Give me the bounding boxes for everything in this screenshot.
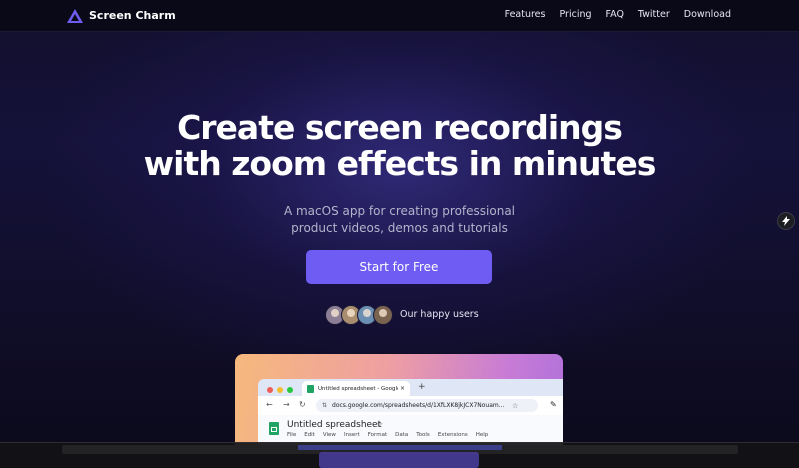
menu-file[interactable]: File bbox=[287, 432, 296, 438]
menu-data[interactable]: Data bbox=[395, 432, 408, 438]
minimize-window-icon[interactable] bbox=[277, 387, 283, 393]
bookmark-star-icon[interactable]: ☆ bbox=[512, 402, 518, 410]
window-controls bbox=[267, 387, 293, 393]
nav-link-pricing[interactable]: Pricing bbox=[559, 9, 591, 20]
forward-arrow-icon[interactable]: → bbox=[283, 400, 290, 409]
browser-toolbar: ← → ↻ ⇅ docs.google.com/spreadsheets/d/1… bbox=[258, 396, 563, 415]
app-preview: Untitled spreadsheet - Google × + ← → ↻ … bbox=[235, 354, 563, 454]
maximize-window-icon[interactable] bbox=[287, 387, 293, 393]
sheets-favicon-icon bbox=[307, 384, 314, 393]
hero-headline-line2: with zoom effects in minutes bbox=[143, 144, 657, 183]
hero-subtitle-line2: product videos, demos and tutorials bbox=[291, 221, 508, 235]
avatar bbox=[373, 305, 393, 325]
nav-links: Features Pricing FAQ Twitter Download bbox=[505, 9, 731, 20]
nav-link-twitter[interactable]: Twitter bbox=[638, 9, 670, 20]
start-for-free-button[interactable]: Start for Free bbox=[306, 250, 492, 284]
sheets-menu-bar: File Edit View Insert Format Data Tools … bbox=[287, 432, 488, 438]
user-avatars bbox=[325, 305, 393, 325]
menu-extensions[interactable]: Extensions bbox=[438, 432, 468, 438]
menu-insert[interactable]: Insert bbox=[344, 432, 360, 438]
social-proof-text: Our happy users bbox=[400, 309, 479, 320]
hero-headline-line1: Create screen recordings bbox=[177, 108, 623, 147]
lightning-icon[interactable] bbox=[777, 212, 795, 230]
menu-view[interactable]: View bbox=[323, 432, 336, 438]
pencil-icon[interactable]: ✎ bbox=[550, 400, 557, 409]
browser-tab[interactable]: Untitled spreadsheet - Google × bbox=[302, 381, 410, 396]
tab-title: Untitled spreadsheet - Google bbox=[318, 385, 398, 392]
nav-link-download[interactable]: Download bbox=[684, 9, 731, 20]
site-settings-icon[interactable]: ⇅ bbox=[322, 402, 327, 409]
brand-logo[interactable]: Screen Charm bbox=[67, 8, 176, 23]
close-window-icon[interactable] bbox=[267, 387, 273, 393]
document-title[interactable]: Untitled spreadsheet bbox=[287, 420, 381, 430]
bottom-overlay-bar bbox=[0, 442, 799, 468]
triangle-logo-icon bbox=[67, 8, 83, 23]
new-tab-icon[interactable]: + bbox=[418, 382, 426, 392]
menu-help[interactable]: Help bbox=[476, 432, 489, 438]
star-icon[interactable]: ☆ bbox=[376, 420, 383, 429]
hero-subtitle-line1: A macOS app for creating professional bbox=[283, 204, 516, 218]
menu-edit[interactable]: Edit bbox=[304, 432, 315, 438]
address-bar[interactable]: ⇅ docs.google.com/spreadsheets/d/1XfLXK8… bbox=[316, 399, 538, 412]
nav-link-faq[interactable]: FAQ bbox=[606, 9, 624, 20]
url-text: docs.google.com/spreadsheets/d/1XfLXK8jk… bbox=[332, 402, 505, 409]
back-arrow-icon[interactable]: ← bbox=[266, 400, 273, 409]
top-navigation: Screen Charm Features Pricing FAQ Twitte… bbox=[0, 0, 799, 32]
reload-icon[interactable]: ↻ bbox=[299, 400, 306, 409]
bottom-overlay-button[interactable] bbox=[319, 452, 479, 468]
sheets-logo-icon bbox=[269, 422, 279, 435]
tab-close-icon[interactable]: × bbox=[400, 385, 405, 392]
menu-format[interactable]: Format bbox=[368, 432, 387, 438]
brand-name: Screen Charm bbox=[89, 8, 176, 22]
menu-tools[interactable]: Tools bbox=[416, 432, 430, 438]
bottom-progress-fill bbox=[298, 445, 502, 450]
nav-link-features[interactable]: Features bbox=[505, 9, 546, 20]
